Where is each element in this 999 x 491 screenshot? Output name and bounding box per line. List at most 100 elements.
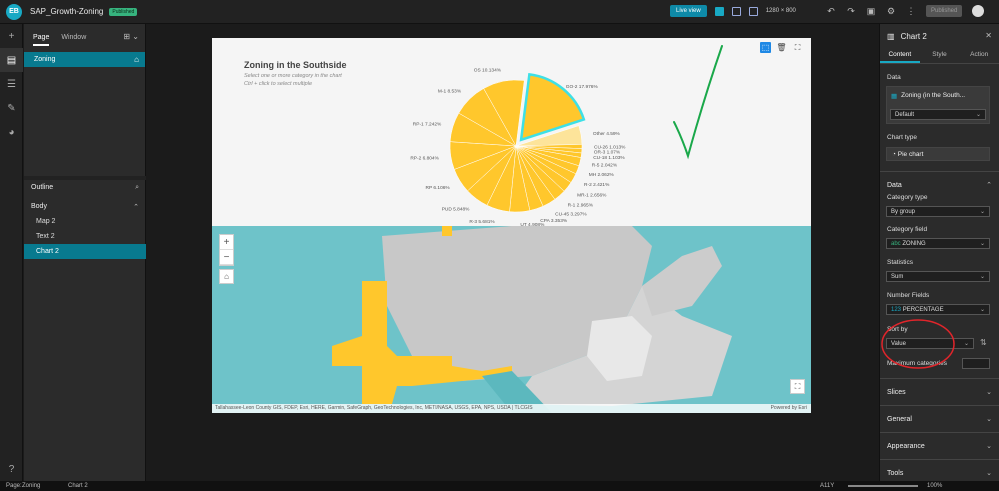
data-view-select[interactable]: Default ⌄: [890, 109, 986, 120]
a11y-button[interactable]: A11Y: [820, 481, 834, 491]
close-icon[interactable]: ✕: [985, 31, 992, 40]
tab-page[interactable]: Page: [33, 34, 50, 46]
settings-icon[interactable]: ⚙: [886, 6, 896, 16]
home-icon: ⌂: [134, 55, 139, 64]
pie-label-go-2: GO-2 17.976%: [566, 84, 599, 90]
chevron-up-icon[interactable]: ⌃: [133, 203, 139, 211]
desktop-device-icon[interactable]: [714, 6, 724, 16]
body-label: Body: [31, 203, 47, 210]
zoom-out-button[interactable]: −: [220, 250, 233, 265]
pie-label-m-1: M-1 8.53%: [438, 89, 462, 95]
zoom-in-button[interactable]: +: [220, 235, 233, 250]
section-label: Data: [887, 182, 902, 189]
pie-label-other: Other 4.59%: [593, 131, 621, 137]
section-general[interactable]: General ⌄: [880, 405, 999, 432]
category-type-label: Category type: [887, 194, 928, 201]
data-source-card[interactable]: ▦ Zoning (in the South... Default ⌄: [886, 86, 990, 124]
pie-chart[interactable]: GO-2 17.976% Other 4.59% CU-26 1.013%OR-3 …: [212, 38, 811, 226]
sort-order-icon[interactable]: ⇅: [980, 338, 987, 347]
phone-device-icon[interactable]: [748, 6, 758, 16]
tab-window[interactable]: Window: [61, 34, 86, 46]
undo-icon[interactable]: ↶: [826, 6, 836, 16]
live-view-button[interactable]: Live view: [670, 5, 707, 17]
pie-label-r-3: R-3 5.681%: [469, 219, 495, 225]
map-widget[interactable]: + − ⌂ ⛶ Tallahassee-Leon County GIS, FDE…: [212, 226, 811, 413]
tab-action[interactable]: Action: [959, 48, 999, 63]
outline-item-label: Map 2: [36, 218, 56, 225]
app-logo[interactable]: EB: [6, 3, 22, 20]
chevron-down-icon: ⌄: [986, 389, 992, 396]
tab-content[interactable]: Content: [880, 48, 920, 63]
publish-button[interactable]: Published: [926, 5, 963, 17]
outline-item-chart[interactable]: Chart 2: [24, 244, 146, 259]
chevron-down-icon: ⌄: [986, 416, 992, 423]
tab-style[interactable]: Style: [920, 48, 960, 63]
category-field-value: ZONING: [902, 241, 926, 247]
statistics-select[interactable]: Sum ⌄: [886, 271, 990, 282]
help-icon[interactable]: ?: [0, 457, 23, 481]
pie-label-mr-1: MR-1 2.656%: [577, 192, 607, 198]
chart-widget[interactable]: Zoning in the Southside Select one or mo…: [212, 38, 811, 226]
screen-size-select[interactable]: 1280 × 800: [766, 8, 796, 14]
chevron-down-icon: ⌄: [979, 274, 985, 280]
data-icon[interactable]: ☰: [0, 72, 23, 96]
chevron-up-icon: ⌃: [986, 182, 992, 189]
left-panel: Page Window ⊞ ⌄ Zoning ⌂ Outline ⌕ Body …: [24, 24, 146, 481]
tools-icon[interactable]: ✎: [0, 96, 23, 120]
section-slices[interactable]: Slices ⌄: [880, 378, 999, 405]
chevron-down-icon: ⌄: [986, 443, 992, 450]
page-item-label: Zoning: [34, 56, 56, 63]
pie-label-cu-26: CU-26 1.013%: [594, 145, 626, 151]
max-categories-input[interactable]: [962, 358, 990, 369]
tablet-device-icon[interactable]: [731, 6, 741, 16]
page-item-zoning[interactable]: Zoning ⌂: [24, 52, 145, 67]
pie-label-r-2: R-2 2.421%: [584, 182, 610, 188]
avatar[interactable]: [972, 5, 985, 17]
data-label: Data: [887, 74, 901, 81]
outline-item-text[interactable]: Text 2: [24, 229, 146, 244]
powered-by-text[interactable]: Powered by Esri: [771, 404, 807, 413]
map-canvas[interactable]: [212, 226, 811, 413]
section-label: Tools: [887, 470, 904, 477]
map-fullscreen-button[interactable]: ⛶: [790, 379, 805, 394]
category-field-label: Category field: [887, 226, 928, 233]
max-categories-label: Maximum categories: [887, 360, 947, 367]
add-page-icon[interactable]: ⊞ ⌄: [123, 32, 139, 41]
number-fields-select[interactable]: 123 PERCENTAGE ⌄: [886, 304, 990, 315]
body-header[interactable]: Body ⌃: [24, 203, 146, 211]
status-bar: Page: Zoning Chart 2 A11Y 100%: [0, 481, 999, 491]
pie-label-r-1: R-1 2.965%: [568, 202, 594, 208]
left-rail: + ▤ ☰ ✎ ◕ ?: [0, 24, 23, 481]
panel-title: Chart 2: [900, 31, 927, 41]
app-page: Zoning in the Southside Select one or mo…: [212, 38, 811, 413]
save-icon[interactable]: ▣: [866, 6, 876, 16]
number-fields-label: Number Fields: [887, 292, 930, 299]
outline-item-map[interactable]: Map 2: [24, 214, 146, 229]
category-field-select[interactable]: abc ZONING ⌄: [886, 238, 990, 249]
map-home-button[interactable]: ⌂: [219, 269, 234, 284]
outline-item-label: Text 2: [36, 233, 55, 240]
zoom-level[interactable]: 100%: [927, 481, 942, 491]
chevron-down-icon: ⌄: [979, 307, 985, 313]
pie-label-pud: PUD 5.848%: [442, 207, 470, 213]
pie-label-cu-45: CU-45 3.297%: [555, 211, 587, 217]
zoom-slider[interactable]: [848, 485, 918, 487]
search-icon[interactable]: ⌕: [135, 184, 139, 192]
chart-type-button[interactable]: ◔ Pie chart: [886, 147, 990, 161]
category-type-select[interactable]: By group ⌄: [886, 206, 990, 217]
status-widget[interactable]: Chart 2: [68, 481, 88, 491]
panel-divider[interactable]: [24, 176, 146, 180]
status-page-select[interactable]: Zoning: [22, 481, 40, 491]
theme-icon[interactable]: ◕: [0, 120, 23, 144]
statistics-label: Statistics: [887, 259, 914, 266]
more-icon[interactable]: ⋮: [906, 6, 916, 16]
outline-item-label: Chart 2: [36, 248, 59, 255]
app-name[interactable]: SAP_Growth-Zoning: [30, 7, 103, 16]
redo-icon[interactable]: ↷: [846, 6, 856, 16]
published-badge: Published: [109, 7, 138, 16]
section-label: Appearance: [887, 443, 925, 450]
sort-by-select[interactable]: Value ⌄: [886, 338, 974, 349]
add-icon[interactable]: +: [0, 24, 23, 48]
section-appearance[interactable]: Appearance ⌄: [880, 432, 999, 459]
page-icon[interactable]: ▤: [0, 48, 23, 72]
